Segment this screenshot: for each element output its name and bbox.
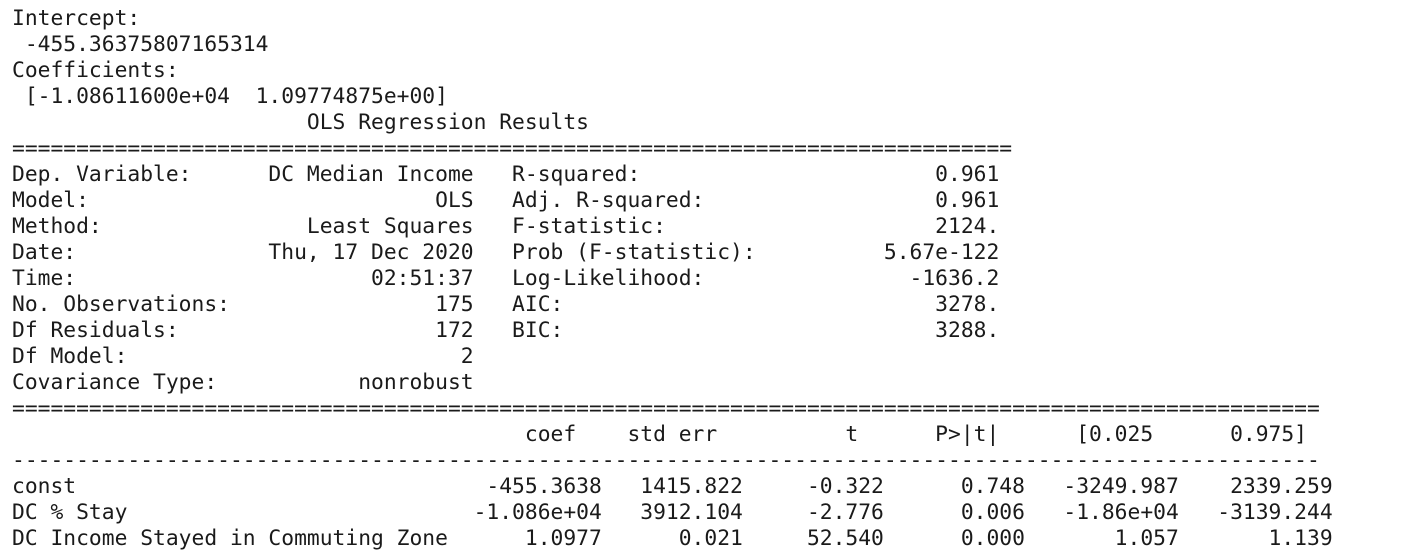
model-info-row: No. Observations: 175 AIC: 3278.: [12, 292, 1000, 317]
model-info-row: Dep. Variable: DC Median Income R-square…: [12, 162, 1000, 187]
model-info-row: Time: 02:51:37 Log-Likelihood: -1636.2: [12, 266, 1000, 291]
intercept-value: -455.36375807165314: [12, 32, 269, 57]
separator-dash: ----------------------------------------…: [12, 448, 1320, 473]
notebook-output: Intercept: -455.36375807165314 Coefficien…: [0, 0, 1406, 552]
model-info-row: Model: OLS Adj. R-squared: 0.961: [12, 188, 1000, 213]
separator-wide: ========================================…: [12, 396, 1320, 421]
coef-table-row: DC Income Stayed in Commuting Zone 1.097…: [12, 526, 1333, 551]
model-info-row: Df Model: 2: [12, 344, 474, 369]
model-info-row: Date: Thu, 17 Dec 2020 Prob (F-statistic…: [12, 240, 1000, 265]
model-info-row: Method: Least Squares F-statistic: 2124.: [12, 214, 1000, 239]
summary-title: OLS Regression Results: [12, 110, 589, 135]
model-info-row: Covariance Type: nonrobust: [12, 370, 474, 395]
model-info-row: Df Residuals: 172 BIC: 3288.: [12, 318, 1000, 343]
coef-table-row: const -455.3638 1415.822 -0.322 0.748 -3…: [12, 474, 1333, 499]
intercept-label: Intercept:: [12, 6, 141, 31]
coef-table-header: coef std err t P>|t| [0.025 0.975]: [12, 422, 1308, 447]
separator-top: ========================================…: [12, 136, 1013, 161]
coefficients-value: [-1.08611600e+04 1.09774875e+00]: [12, 84, 448, 109]
coefficients-label: Coefficients:: [12, 58, 179, 83]
coef-table-row: DC % Stay -1.086e+04 3912.104 -2.776 0.0…: [12, 500, 1333, 525]
